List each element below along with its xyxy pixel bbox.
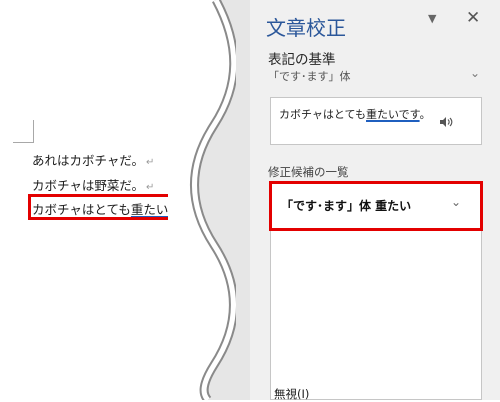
doc-line-text: カボチャは野菜だ。 (32, 178, 145, 193)
doc-line[interactable]: カボチャは野菜だ。 ↵ (32, 175, 154, 194)
doc-line[interactable]: あれはカボチャだ。 ↵ (32, 150, 154, 169)
doc-line-text: あれはカボチャだ。 (32, 153, 145, 168)
context-card: カボチャはとても重たいです。 (270, 97, 482, 145)
style-selector[interactable]: 「です･ます」体 ⌄ (268, 66, 480, 86)
style-value: 「です･ます」体 (268, 70, 351, 83)
close-icon[interactable]: ✕ (466, 8, 480, 28)
suggestions-title: 修正候補の一覧 (268, 165, 349, 179)
paragraph-mark: ↵ (146, 182, 155, 193)
section-title: 表記の基準 (268, 52, 336, 68)
pane-title: 文章校正 (266, 16, 346, 40)
paragraph-mark: ↵ (146, 157, 155, 168)
context-flagged-phrase: 重たいです (366, 108, 420, 121)
highlight-box-suggestion (269, 181, 483, 231)
chevron-down-icon[interactable]: ⌄ (470, 66, 480, 80)
editor-pane: 文章校正 ▼ ✕ 表記の基準 「です･ます」体 ⌄ カボチャはとても重たいです。… (250, 0, 500, 401)
context-text: カボチャはとても重たいです。 (279, 108, 431, 121)
margin-corner-mark (13, 120, 34, 143)
pane-options-dropdown-icon[interactable]: ▼ (428, 12, 436, 25)
speaker-icon[interactable] (439, 116, 453, 128)
gray-gap (236, 0, 250, 400)
